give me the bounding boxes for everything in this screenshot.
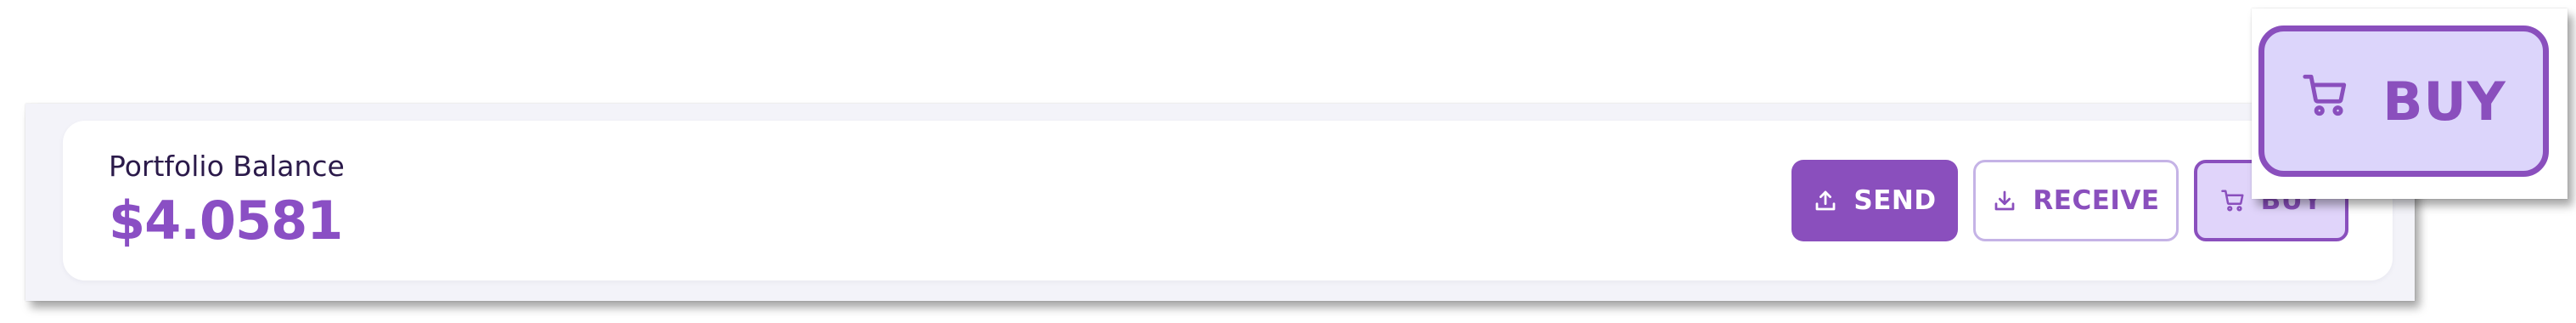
- cart-icon: [2220, 188, 2246, 213]
- portfolio-balance-value: $4.0581: [109, 190, 343, 252]
- receive-button-label: RECEIVE: [2033, 185, 2160, 216]
- buy-button-zoomed-label: BUY: [2382, 70, 2506, 133]
- receive-button[interactable]: RECEIVE: [1973, 160, 2179, 241]
- send-button[interactable]: SEND: [1791, 160, 1958, 241]
- send-button-label: SEND: [1853, 185, 1937, 216]
- upload-icon: [1813, 188, 1838, 213]
- cart-icon: [2301, 71, 2350, 133]
- portfolio-balance-label: Portfolio Balance: [109, 150, 345, 183]
- buy-button-zoomed[interactable]: BUY: [2258, 26, 2549, 177]
- download-icon: [1992, 188, 2017, 213]
